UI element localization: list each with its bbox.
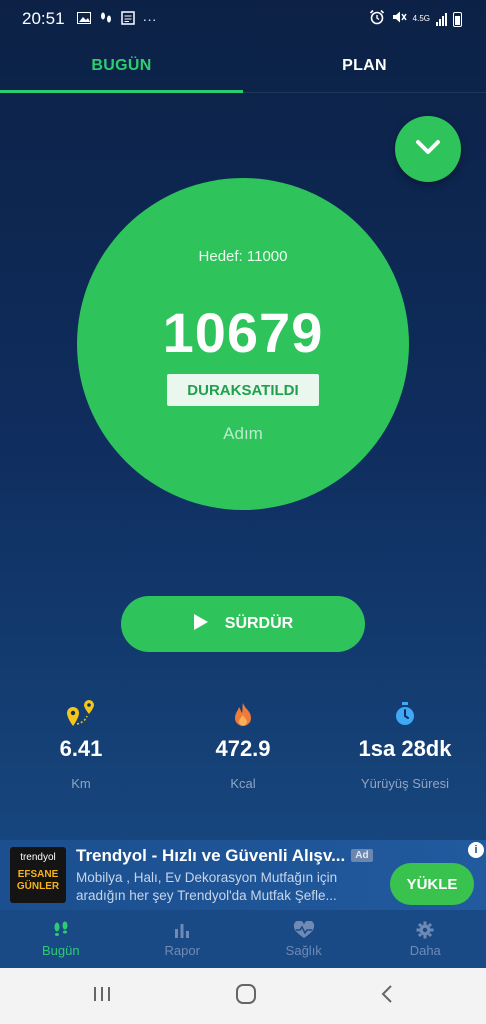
calories-value: 472.9: [215, 736, 271, 761]
news-icon: [120, 10, 135, 28]
home-icon[interactable]: [235, 983, 257, 1010]
footsteps-icon: [99, 11, 113, 28]
active-tab-indicator: [0, 90, 243, 93]
distance-label: Km: [71, 776, 91, 791]
footsteps-icon: [52, 920, 70, 940]
nav-item-today[interactable]: Bugün: [0, 910, 122, 968]
bottom-nav: Bugün Rapor Sağlık Daha: [0, 910, 486, 968]
more-dots: ···: [142, 11, 157, 27]
bar-chart-icon: [173, 920, 191, 940]
gear-icon: [416, 920, 434, 940]
ad-text: Trendyol - Hızlı ve Güvenli Alışv... Ad …: [76, 846, 376, 905]
play-icon: [193, 613, 209, 636]
ad-title[interactable]: Trendyol - Hızlı ve Güvenli Alışv...: [76, 846, 345, 866]
status-badge: DURAKSATILDI: [167, 374, 319, 406]
ad-logo-line1: EFSANE: [17, 869, 59, 880]
nav-label-more: Daha: [409, 943, 441, 958]
system-nav-bar: [0, 968, 486, 1024]
ad-tag: Ad: [351, 849, 373, 862]
heart-pulse-icon: [293, 920, 315, 940]
stat-distance: 6.41 Km: [0, 698, 162, 808]
collapse-button[interactable]: [395, 116, 461, 182]
step-count: 10679: [162, 301, 324, 364]
stat-duration: 1sa 28dk Yürüyüş Süresi: [324, 698, 486, 808]
nav-item-report[interactable]: Rapor: [122, 910, 244, 968]
nav-item-health[interactable]: Sağlık: [243, 910, 365, 968]
nav-label-report: Rapor: [164, 943, 200, 958]
status-bar: 20:51 ··· 4.5G: [0, 0, 486, 38]
duration-value: 1sa 28dk: [358, 736, 452, 761]
duration-label: Yürüyüş Süresi: [360, 776, 450, 791]
distance-value: 6.41: [59, 736, 103, 761]
stat-calories: 472.9 Kcal: [162, 698, 324, 808]
back-icon[interactable]: [380, 984, 394, 1009]
ad-description: Mobilya , Halı, Ev Dekorasyon Mutfağın i…: [76, 869, 338, 903]
mute-icon: [391, 9, 407, 30]
map-pin-icon: [65, 698, 97, 730]
chevron-down-icon: [415, 139, 441, 160]
status-time: 20:51: [22, 9, 65, 28]
stats-row: 6.41 Km 472.9 Kcal 1sa 28dk Yürüyüş Süre…: [0, 698, 486, 808]
ad-info-icon[interactable]: i: [468, 842, 484, 858]
top-tabs: BUGÜN PLAN: [0, 38, 486, 94]
ad-banner[interactable]: trendyol EFSANE GÜNLER Trendyol - Hızlı …: [0, 840, 486, 910]
resume-button-label: SÜRDÜR: [224, 615, 294, 632]
network-type: 4.5G: [412, 14, 430, 23]
nav-label-today: Bugün: [41, 943, 80, 958]
ad-logo[interactable]: trendyol EFSANE GÜNLER: [10, 847, 66, 903]
stopwatch-icon: [394, 698, 416, 730]
step-counter-circle: Hedef: 11000 10679 DURAKSATILDI Adım: [77, 178, 409, 510]
gallery-icon: [76, 11, 91, 27]
step-unit-label: Adım: [223, 424, 263, 443]
ad-logo-brand: trendyol: [20, 852, 56, 863]
calories-label: Kcal: [230, 776, 256, 791]
resume-button[interactable]: SÜRDÜR: [121, 596, 365, 652]
ad-logo-line2: GÜNLER: [16, 881, 60, 892]
tab-plan[interactable]: PLAN: [243, 38, 486, 94]
app-screen: 20:51 ··· 4.5G BUGÜN PLAN Hedef: 11000 1…: [0, 0, 486, 968]
battery-icon: [453, 11, 462, 27]
nav-item-more[interactable]: Daha: [365, 910, 486, 968]
signal-icon: [436, 12, 447, 26]
alarm-icon: [369, 9, 385, 30]
ad-install-button[interactable]: YÜKLE: [390, 863, 474, 905]
nav-label-health: Sağlık: [285, 943, 322, 958]
recent-apps-icon[interactable]: [92, 985, 112, 1008]
goal-label: Hedef: 11000: [198, 248, 288, 265]
flame-icon: [232, 698, 254, 730]
tab-today[interactable]: BUGÜN: [0, 38, 243, 94]
